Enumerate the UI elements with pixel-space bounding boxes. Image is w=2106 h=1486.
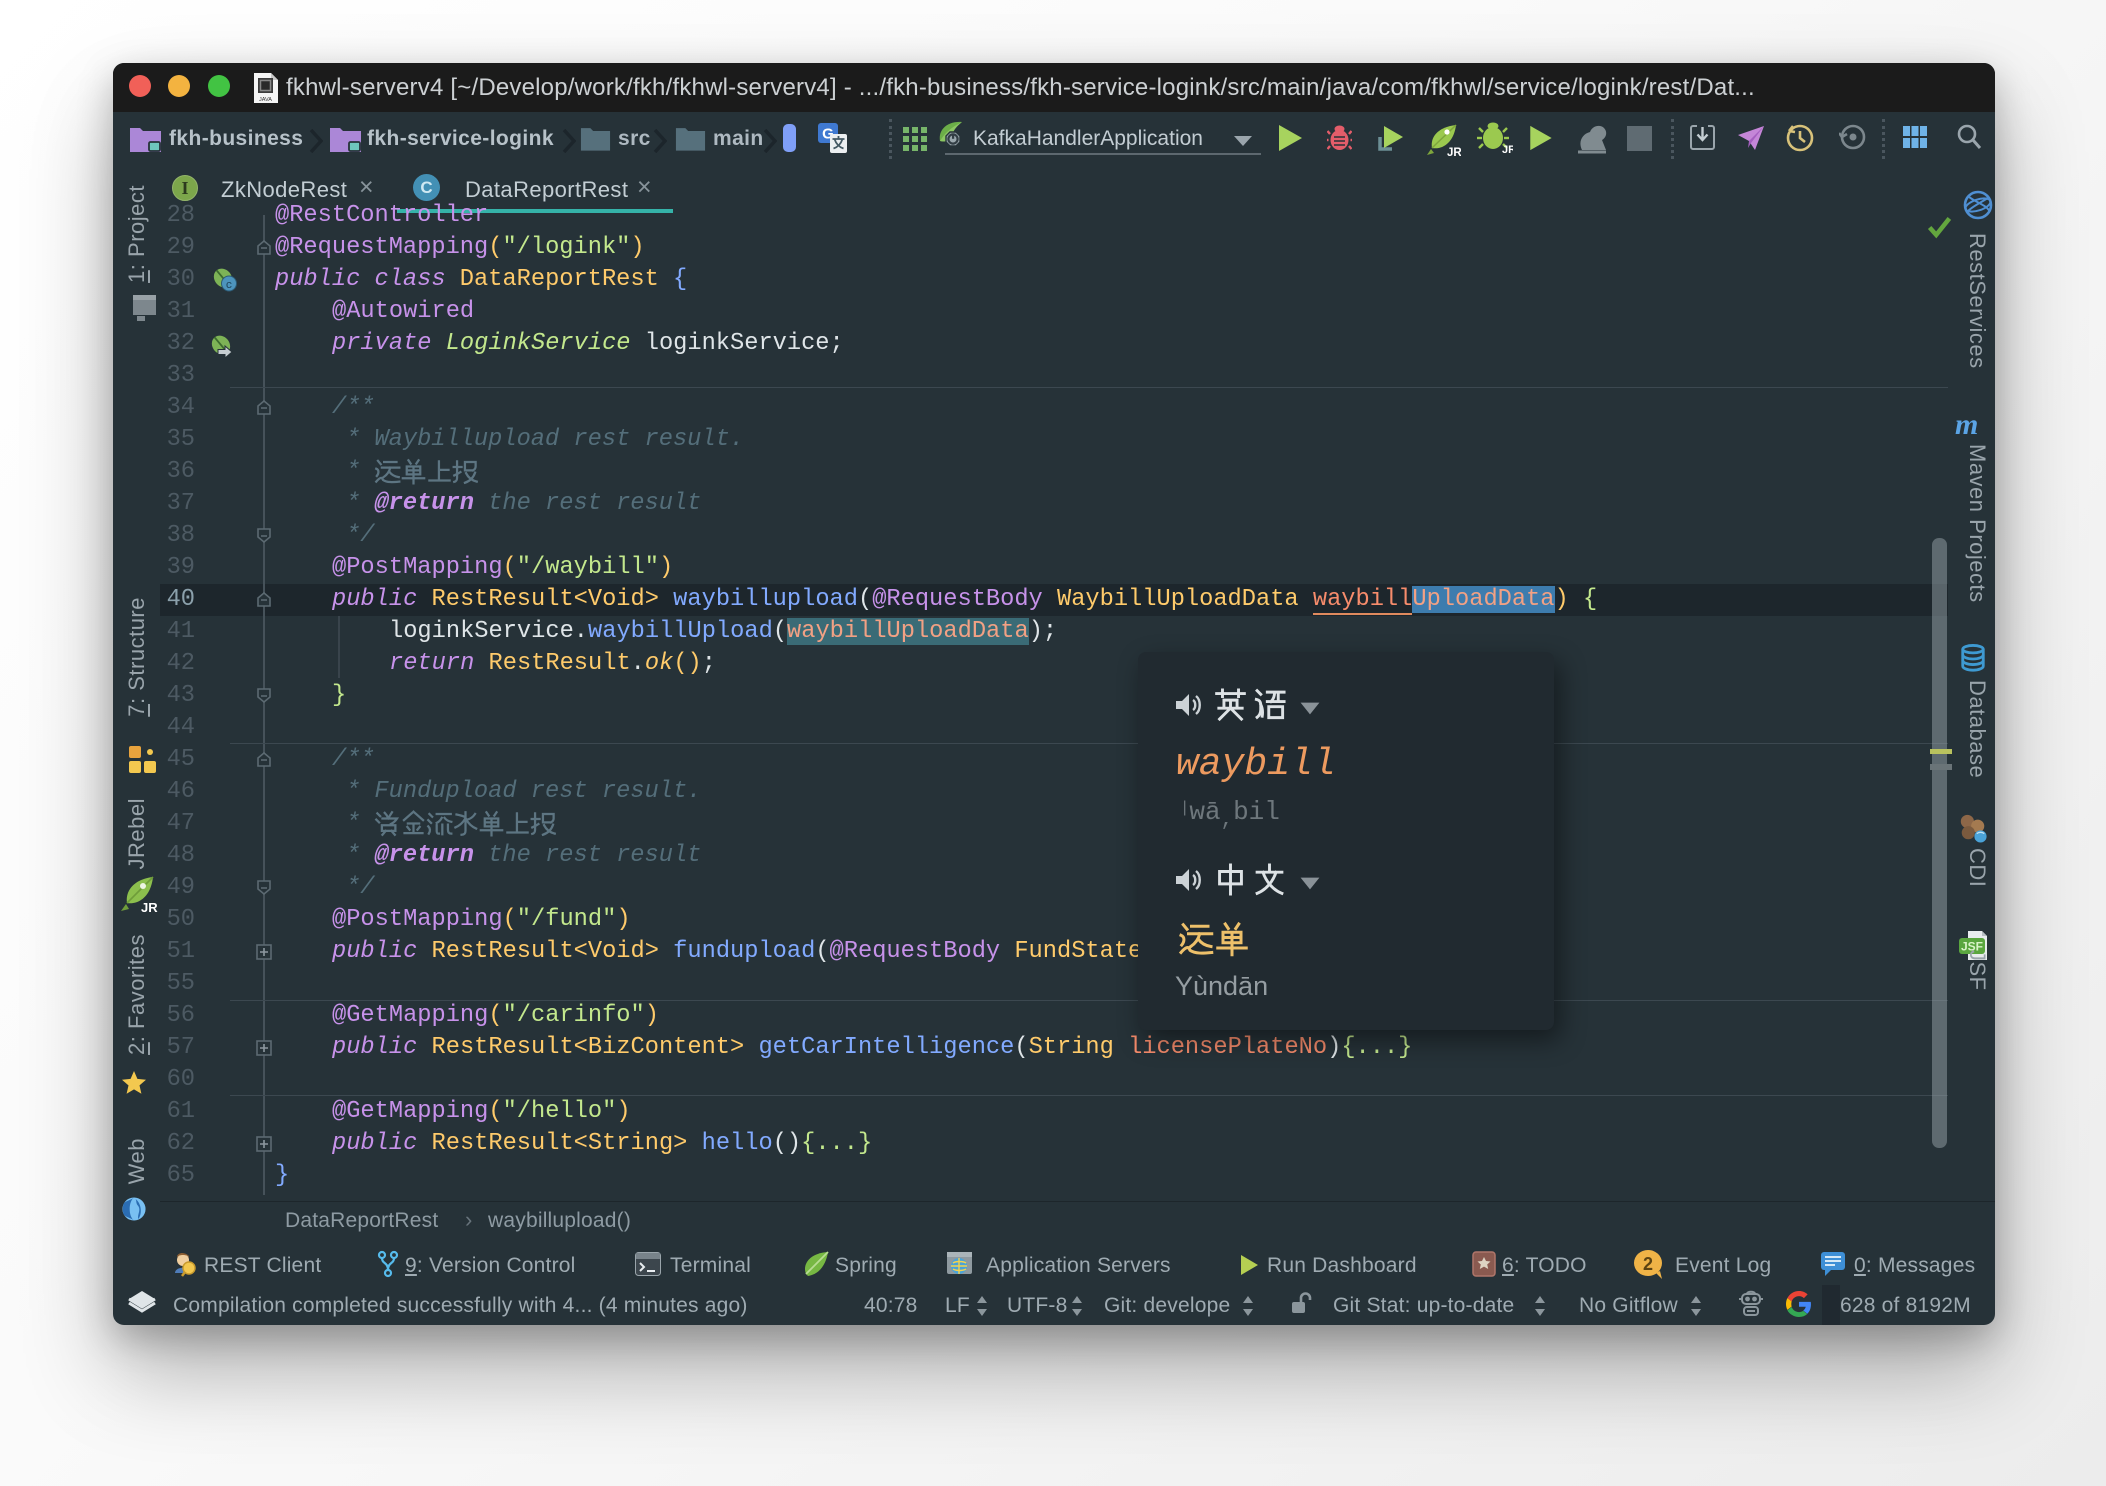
svg-text:2: 2 (1643, 1254, 1653, 1274)
svg-text:JR: JR (141, 900, 158, 913)
svg-text:JR: JR (1447, 147, 1461, 157)
svg-text:c: c (226, 280, 233, 292)
svg-text:JR: JR (1502, 144, 1513, 155)
svg-text:JAVA: JAVA (259, 97, 272, 103)
